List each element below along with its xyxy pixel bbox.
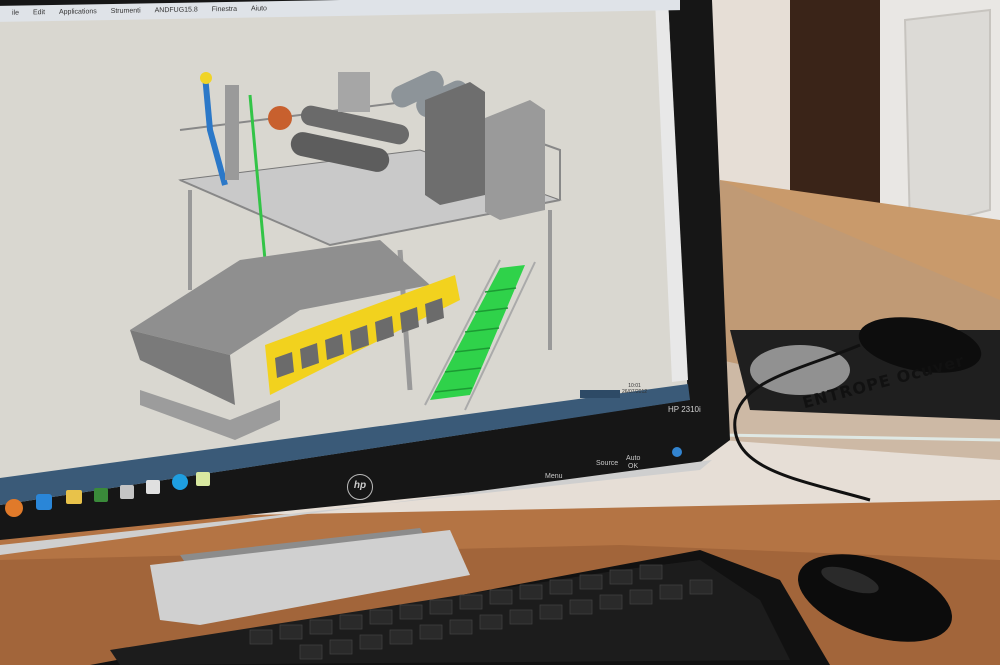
notepad-icon[interactable] xyxy=(146,480,160,494)
monitor-button-auto[interactable]: Auto xyxy=(626,455,640,462)
cabinet xyxy=(425,82,485,205)
skype-icon[interactable] xyxy=(172,474,188,490)
media-player-icon[interactable] xyxy=(94,488,108,502)
valve xyxy=(268,106,292,130)
clock-date: 26/07/2012 xyxy=(622,389,648,395)
cabinet xyxy=(485,100,545,220)
menu-item-file[interactable]: ile xyxy=(12,10,19,17)
hp-logo: hp xyxy=(347,474,373,500)
app-icon-2[interactable] xyxy=(196,472,210,486)
menu-item-aiuto[interactable]: Aiuto xyxy=(251,5,267,12)
monitor-button-menu[interactable]: Menu xyxy=(545,473,563,480)
power-button[interactable] xyxy=(672,447,682,457)
internet-explorer-icon[interactable] xyxy=(36,494,52,510)
app-icon[interactable] xyxy=(120,485,134,499)
folder-icon[interactable] xyxy=(66,490,82,504)
box xyxy=(338,72,370,112)
monitor-button-source[interactable]: Source xyxy=(596,460,618,467)
vertical-column xyxy=(225,85,239,180)
menu-item-strumenti[interactable]: Strumenti xyxy=(111,7,141,15)
door-inset xyxy=(903,8,991,232)
taskbar-clock[interactable]: 10:01 26/07/2012 xyxy=(622,383,647,395)
pipe-cap xyxy=(200,72,212,84)
menu-item-applications[interactable]: Applications xyxy=(59,8,97,16)
menu-item-andfug[interactable]: ANDFUG15.8 xyxy=(155,6,198,14)
tray-icons xyxy=(580,390,620,398)
start-orb-icon[interactable] xyxy=(5,499,23,517)
monitor-model-label: HP 2310i xyxy=(668,405,701,414)
menu-item-finestra[interactable]: Finestra xyxy=(212,6,237,13)
menu-item-edit[interactable]: Edit xyxy=(33,9,45,16)
monitor-button-ok[interactable]: OK xyxy=(628,463,638,470)
photo-scene xyxy=(0,0,1000,665)
